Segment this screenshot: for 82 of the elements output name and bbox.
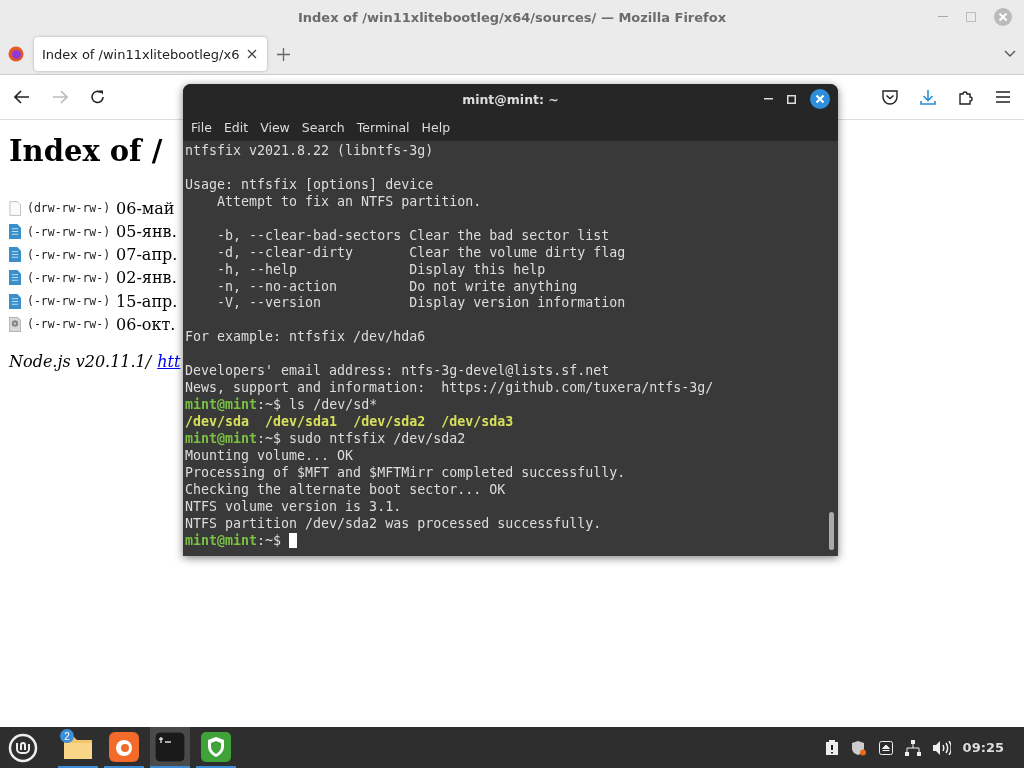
prompt-path: :~$ (257, 532, 282, 548)
prompt-user: mint@mint (185, 430, 258, 446)
file-permissions: (drw-rw-rw-) (27, 201, 111, 216)
page-heading: Index of / (9, 134, 163, 169)
file-date: 02-янв. (116, 268, 177, 288)
file-permissions: (-rw-rw-rw-) (27, 317, 111, 332)
menu-item[interactable]: Edit (217, 120, 255, 135)
volume-icon[interactable] (932, 740, 951, 755)
close-icon[interactable] (247, 49, 258, 59)
document-icon (9, 293, 21, 309)
prompt-path: :~$ (257, 430, 282, 446)
device-path: /dev/sda1 (265, 414, 338, 429)
back-icon[interactable] (14, 90, 30, 104)
document-icon (9, 247, 21, 263)
chevron-down-icon[interactable] (1004, 50, 1016, 58)
document-icon (9, 224, 21, 240)
menu-item[interactable]: View (254, 120, 296, 135)
reload-icon[interactable] (90, 89, 106, 105)
eject-icon[interactable] (878, 740, 893, 755)
document-icon (9, 270, 21, 286)
terminal-command: ls /dev/sd* (289, 397, 378, 413)
terminal-command: sudo ntfsfix /dev/sda2 (289, 430, 466, 446)
terminal-output: Mounting volume... OK (185, 447, 354, 463)
file-permissions: (-rw-rw-rw-) (27, 247, 111, 262)
download-icon[interactable] (920, 89, 936, 105)
prompt-path: :~$ (257, 397, 282, 413)
terminal-app-button[interactable] (150, 727, 190, 768)
terminal-output: News, support and information: https://github.com/tuxera/ntfs-3g/ (185, 380, 714, 396)
terminal-output: Checking the alternate boot sector... OK (185, 481, 506, 497)
menu-item[interactable]: Search (295, 120, 351, 135)
file-date: 15-апр. (116, 291, 178, 311)
menu-icon[interactable] (996, 91, 1010, 103)
terminal-output: -n, --no-action Do not write anything (216, 278, 578, 294)
terminal-output: Usage: ntfsfix [options] device (185, 176, 434, 192)
maximize-icon[interactable] (787, 94, 796, 104)
file-permissions: (-rw-rw-rw-) (27, 270, 111, 285)
menu-item[interactable]: Terminal (350, 120, 416, 135)
terminal-output: -V, --version Display version information (216, 295, 626, 311)
device-path: /dev/sda2 (353, 414, 426, 429)
terminal-output: Processing of $MFT and $MFTMirr completed successfully. (185, 464, 626, 480)
terminal-output: -h, --help Display this help (216, 261, 546, 277)
prompt-user: mint@mint (185, 532, 258, 548)
terminal-output: For example: ntfsfix /dev/hda6 (185, 329, 426, 345)
server-link[interactable]: htt (157, 351, 181, 371)
browser-icon (109, 731, 139, 762)
new-tab-icon[interactable] (277, 47, 291, 61)
device-path: /dev/sda (185, 414, 250, 429)
blank-file-icon (9, 200, 21, 216)
file-permissions: (-rw-rw-rw-) (27, 224, 111, 239)
terminal-output: ntfsfix v2021.8.22 (libntfs-3g) (185, 143, 434, 158)
scrollbar-thumb[interactable] (829, 512, 834, 550)
terminal-output: NTFS volume version is 3.1. (185, 498, 402, 514)
network-icon[interactable] (904, 739, 921, 756)
disc-file-icon (9, 316, 21, 332)
clock[interactable]: 09:25 (962, 740, 1004, 755)
menu-item[interactable]: File (185, 120, 218, 135)
browser-tab[interactable]: Index of /win11xlitebootleg/x6 (34, 37, 268, 71)
shield-icon (201, 731, 231, 762)
file-permissions: (-rw-rw-rw-) (27, 294, 111, 309)
terminal-output: NTFS partition /dev/sda2 was processed successfully. (185, 515, 602, 531)
device-path: /dev/sda3 (441, 414, 514, 429)
terminal-output: -d, --clear-dirty Clear the volume dirty flag (216, 244, 626, 260)
minimize-icon[interactable] (764, 98, 773, 100)
shield-icon[interactable] (850, 739, 867, 756)
terminal-output: Developers' email address: ntfs-3g-devel@lists.sf.net (185, 363, 610, 379)
puzzle-piece-icon[interactable] (958, 89, 974, 105)
server-signature: Node.js v20.11.1/ (9, 351, 152, 371)
notification-badge: 2 (60, 729, 74, 743)
terminal-icon (155, 731, 185, 762)
terminal-output: Attempt to fix an NTFS partition. (216, 193, 482, 209)
prompt-user: mint@mint (185, 397, 258, 413)
window-title: Index of /win11xlitebootleg/x64/sources/ — Mozilla Firefox (297, 9, 727, 25)
clipboard-alert-icon[interactable] (824, 739, 839, 756)
file-date: 05-янв. (116, 222, 177, 242)
terminal-title: mint@mint: ~ (462, 91, 559, 107)
pocket-icon[interactable] (882, 89, 898, 105)
file-date: 06-май (116, 198, 175, 218)
menu-item[interactable]: Help (415, 120, 457, 135)
close-icon[interactable] (810, 89, 830, 109)
file-date: 06-окт. (116, 314, 176, 334)
terminal-output: -b, --clear-bad-sectors Clear the bad sector list (216, 227, 610, 243)
file-date: 07-апр. (116, 245, 178, 265)
